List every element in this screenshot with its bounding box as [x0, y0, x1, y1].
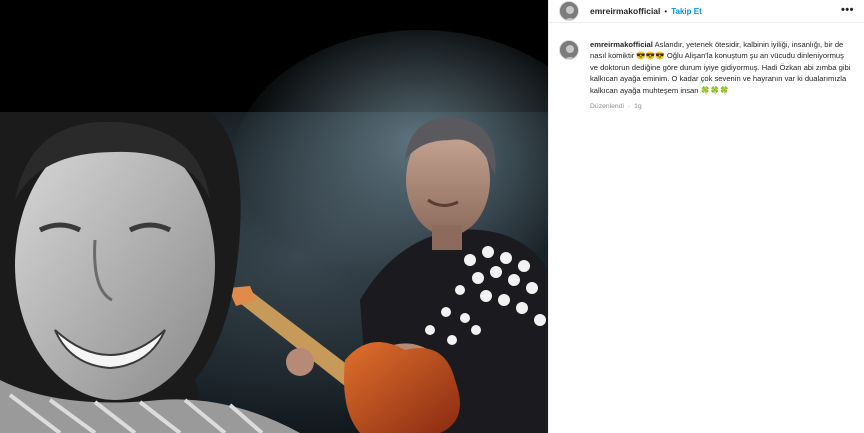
post-photo — [0, 0, 548, 433]
follow-button[interactable]: Takip Et — [671, 7, 702, 16]
separator-dot: • — [664, 6, 668, 16]
username-link[interactable]: emreirmakofficial — [590, 6, 660, 16]
post-image[interactable] — [0, 0, 548, 433]
timestamp[interactable]: 1g — [634, 103, 642, 110]
caption-comment: emreirmakofficial Aslandır, yetenek ötes… — [549, 23, 864, 112]
post-header: emreirmakofficial • Takip Et ••• — [549, 0, 864, 23]
more-options-icon[interactable]: ••• — [841, 4, 854, 16]
avatar[interactable] — [559, 40, 579, 60]
edited-label: Düzenlendi — [590, 103, 625, 111]
post-sidebar: emreirmakofficial • Takip Et ••• emreirm… — [548, 0, 864, 433]
caption-body: emreirmakofficial Aslandır, yetenek ötes… — [590, 39, 852, 112]
caption-meta: Düzenlendi · 1g — [590, 101, 852, 112]
avatar-image — [560, 41, 578, 59]
caption-username[interactable]: emreirmakofficial — [590, 40, 653, 49]
meta-separator: · — [627, 103, 631, 111]
avatar-image — [560, 2, 578, 20]
avatar[interactable] — [559, 1, 579, 21]
